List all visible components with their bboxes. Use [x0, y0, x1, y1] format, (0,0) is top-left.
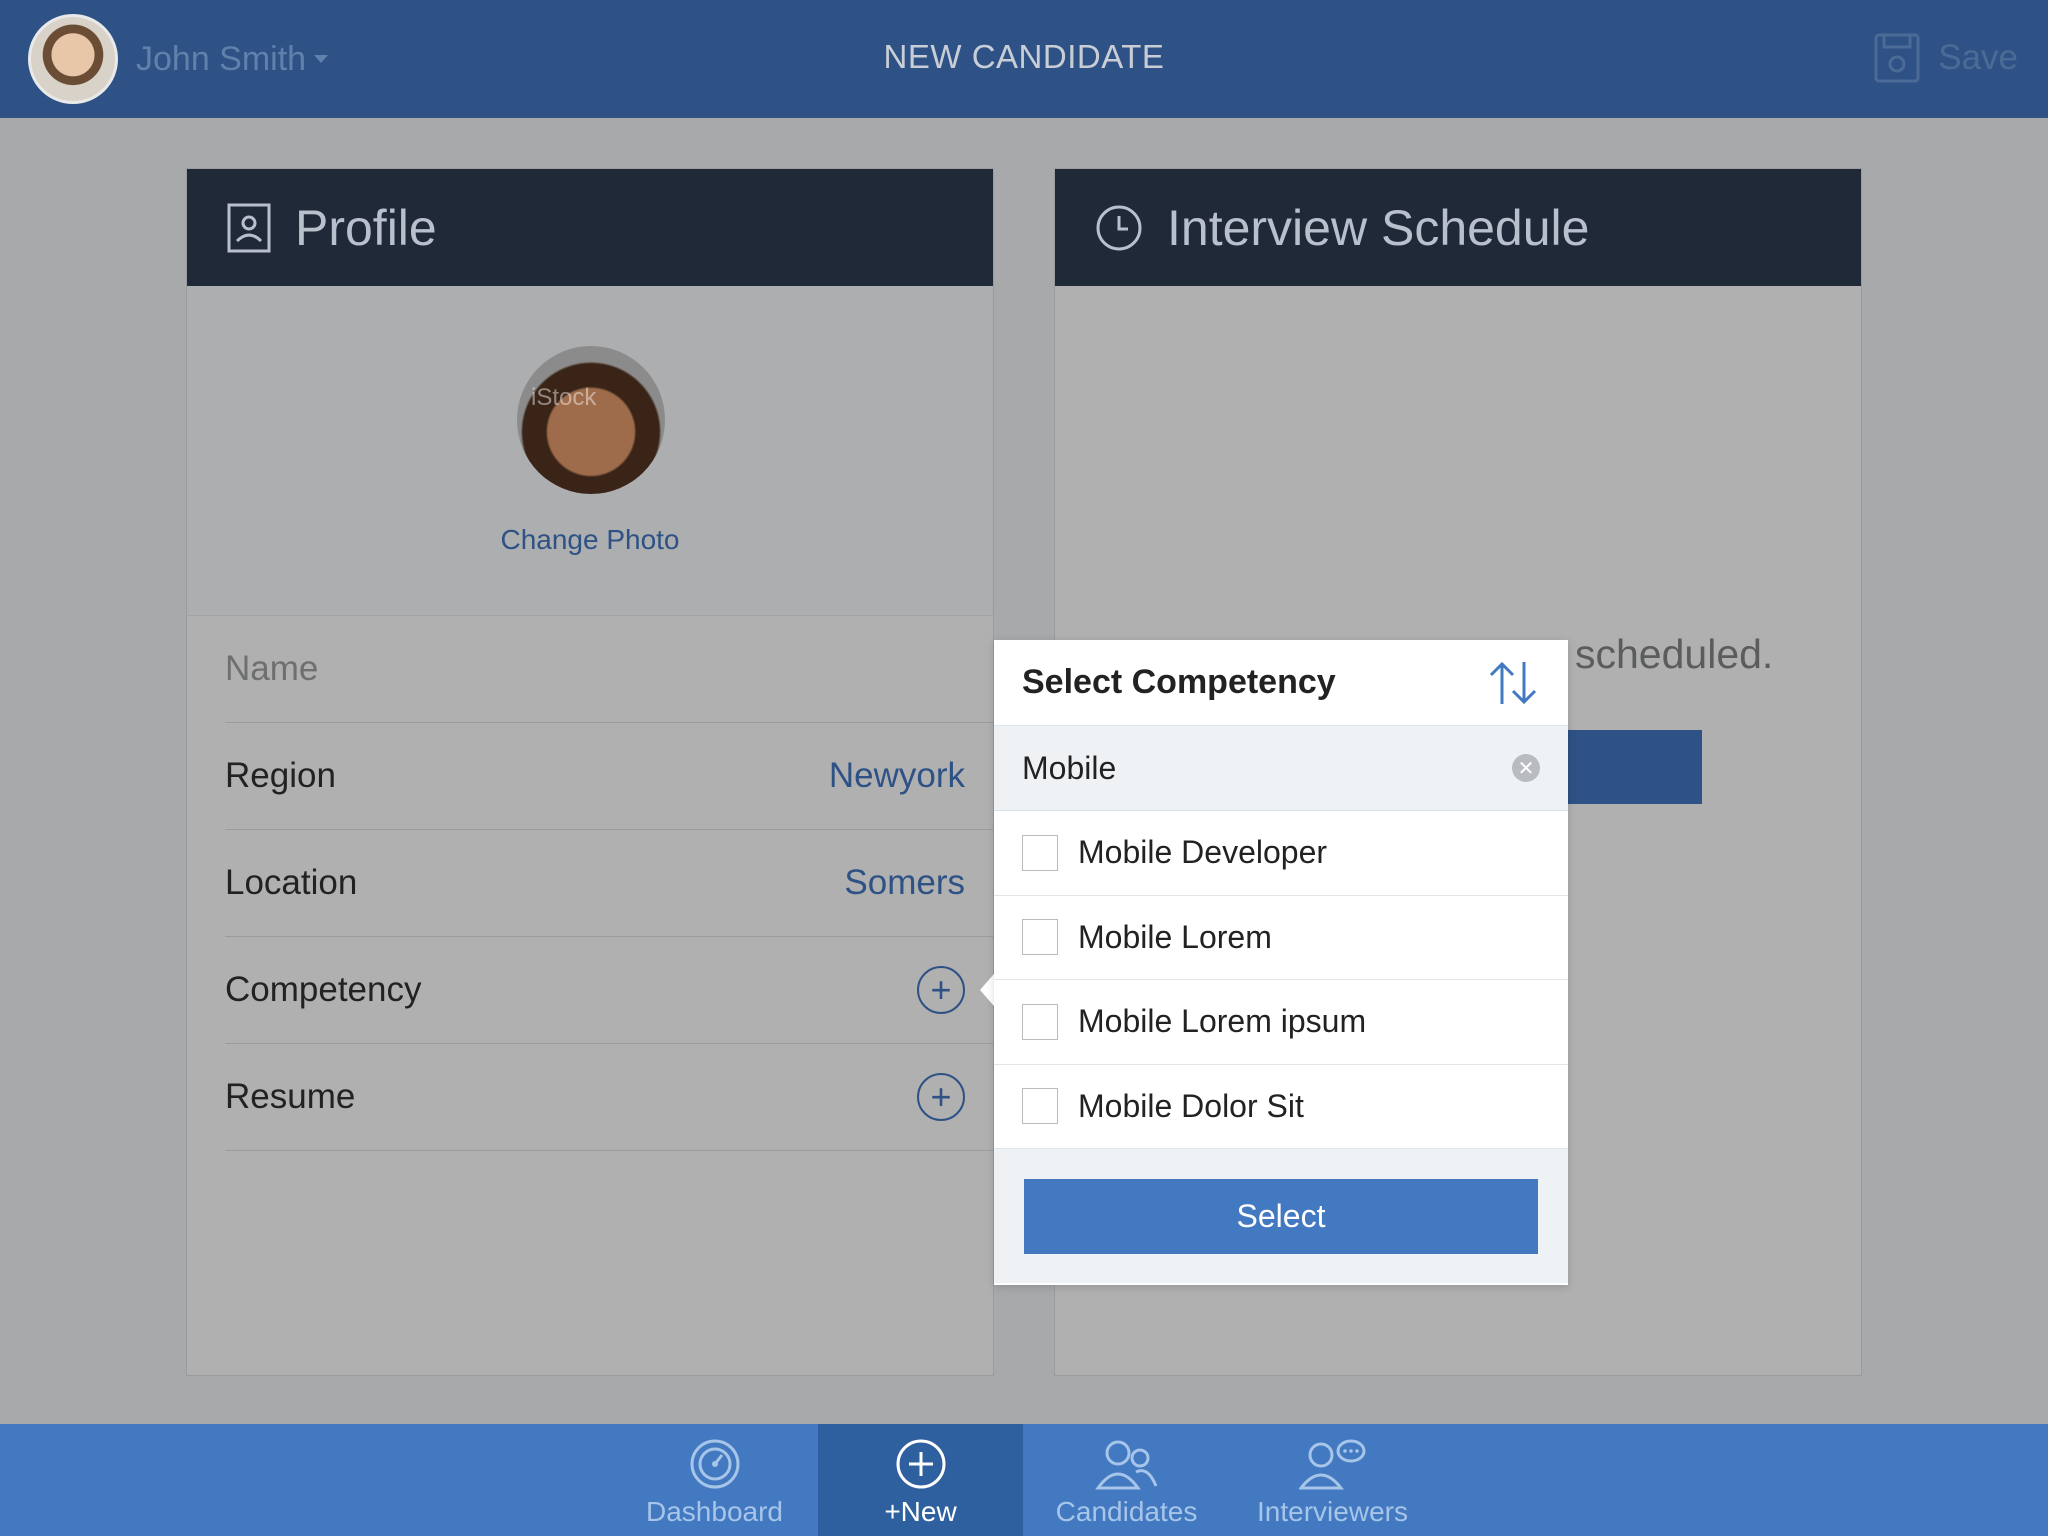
photo-area: iStock Change Photo	[187, 286, 993, 616]
candidates-icon	[1094, 1440, 1157, 1490]
tab-interviewers[interactable]: Interviewers	[1230, 1424, 1435, 1536]
page-title: NEW CANDIDATE	[883, 38, 1165, 75]
save-button[interactable]: Save	[1874, 33, 2018, 83]
option-checkbox[interactable]	[1022, 919, 1058, 956]
add-competency-button[interactable]: +	[917, 966, 965, 1014]
competency-option[interactable]: Mobile Developer	[994, 811, 1568, 896]
save-icon	[1874, 33, 1920, 83]
competency-search-input[interactable]	[1022, 749, 1462, 787]
schedule-empty-text: scheduled.	[1575, 631, 1774, 677]
competency-option[interactable]: Mobile Dolor Sit	[994, 1065, 1568, 1149]
popover-header: Select Competency	[994, 640, 1568, 726]
profile-title: Profile	[295, 199, 437, 256]
change-photo-link[interactable]: Change Photo	[187, 524, 993, 556]
tab-dashboard-label: Dashboard	[646, 1496, 783, 1527]
profile-icon	[227, 203, 271, 252]
profile-fields: Name Region Newyork Location Somers Comp…	[187, 616, 993, 1151]
top-bar: John Smith NEW CANDIDATE Save	[0, 0, 2048, 118]
tab-dashboard[interactable]: Dashboard	[612, 1424, 817, 1536]
location-field[interactable]: Location Somers	[225, 830, 993, 937]
name-field[interactable]: Name	[225, 616, 993, 723]
name-placeholder[interactable]: Name	[225, 649, 318, 689]
popover-title: Select Competency	[1022, 663, 1336, 701]
option-checkbox[interactable]	[1022, 1003, 1058, 1040]
candidate-photo[interactable]: iStock	[517, 346, 665, 494]
popover-arrow	[980, 974, 994, 1006]
resume-field[interactable]: Resume +	[225, 1044, 993, 1151]
sort-icon[interactable]	[1486, 660, 1540, 706]
competency-option[interactable]: Mobile Lorem ipsum	[994, 980, 1568, 1065]
location-label: Location	[225, 863, 358, 902]
plus-circle-icon	[896, 1439, 945, 1489]
tab-interviewers-label: Interviewers	[1257, 1496, 1408, 1527]
option-label: Mobile Dolor Sit	[1078, 1087, 1304, 1124]
bottom-tab-bar: Dashboard +New Candidates Interviewers	[0, 1424, 2048, 1536]
interviewers-icon	[1298, 1439, 1365, 1490]
tab-new[interactable]: +New	[818, 1424, 1023, 1536]
schedule-interview-button[interactable]	[1555, 730, 1702, 804]
add-resume-button[interactable]: +	[917, 1073, 965, 1121]
select-button[interactable]: Select	[1024, 1178, 1538, 1254]
option-label: Mobile Developer	[1078, 834, 1328, 871]
dashboard-icon	[690, 1439, 739, 1489]
option-label: Mobile Lorem	[1078, 918, 1272, 955]
option-checkbox[interactable]	[1022, 834, 1058, 871]
clear-icon[interactable]: ✕	[1512, 754, 1540, 782]
resume-label: Resume	[225, 1077, 356, 1116]
competency-field[interactable]: Competency +	[225, 937, 993, 1044]
select-competency-popover: Select Competency ✕ Mobile Developer Mob…	[994, 640, 1568, 1285]
interview-schedule-title: Interview Schedule	[1167, 199, 1590, 256]
region-value[interactable]: Newyork	[829, 756, 965, 796]
profile-header: Profile	[187, 169, 993, 286]
tab-candidates[interactable]: Candidates	[1024, 1424, 1229, 1536]
tab-candidates-label: Candidates	[1055, 1496, 1198, 1527]
option-checkbox[interactable]	[1022, 1088, 1058, 1125]
competency-option[interactable]: Mobile Lorem	[994, 896, 1568, 980]
popover-footer: Select	[994, 1149, 1568, 1283]
interview-schedule-header: Interview Schedule	[1055, 169, 1861, 286]
save-label: Save	[1938, 38, 2018, 77]
clock-icon	[1096, 205, 1142, 250]
region-label: Region	[225, 756, 336, 795]
region-field[interactable]: Region Newyork	[225, 723, 993, 830]
competency-label: Competency	[225, 970, 422, 1009]
tab-new-label: +New	[884, 1496, 957, 1527]
profile-card: Profile iStock Change Photo Name Region …	[186, 168, 994, 1376]
option-label: Mobile Lorem ipsum	[1078, 1003, 1367, 1040]
competency-search: ✕	[994, 726, 1568, 811]
location-value[interactable]: Somers	[844, 863, 965, 903]
photo-watermark: iStock	[531, 384, 597, 411]
